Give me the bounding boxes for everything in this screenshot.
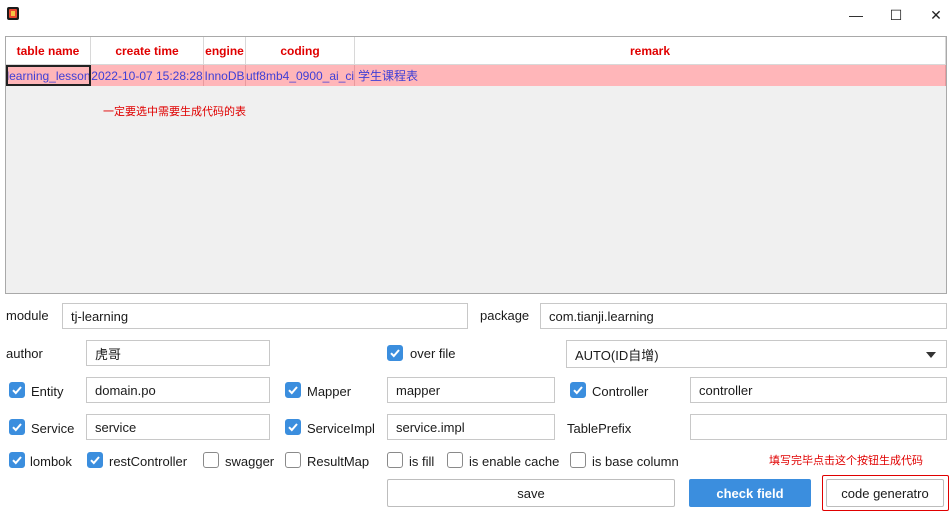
isfill-label: is fill	[409, 454, 435, 469]
save-button[interactable]: save	[387, 479, 675, 507]
controller-checkbox[interactable]	[570, 382, 586, 398]
table-list[interactable]: table name create time engine coding rem…	[5, 36, 947, 294]
check-icon	[288, 423, 298, 432]
entity-label: Entity	[31, 384, 64, 399]
package-label: package	[480, 308, 530, 323]
check-icon	[12, 423, 22, 432]
id-type-select[interactable]: AUTO(ID自增)	[566, 340, 947, 368]
over-file-checkbox[interactable]	[387, 345, 403, 361]
check-icon	[288, 386, 298, 395]
service-label: Service	[31, 421, 75, 436]
author-input[interactable]	[86, 340, 270, 366]
controller-label: Controller	[592, 384, 649, 399]
table-prefix-label: TablePrefix	[567, 421, 632, 436]
column-header-remark[interactable]: remark	[355, 37, 946, 65]
base-column-label: is base column	[592, 454, 679, 469]
chevron-down-icon	[926, 352, 936, 358]
code-generator-button[interactable]: code generatro	[826, 479, 944, 507]
module-label: module	[6, 308, 49, 323]
check-icon	[90, 456, 100, 465]
restcontroller-label: restController	[109, 454, 188, 469]
column-header-coding[interactable]: coding	[246, 37, 355, 65]
enable-cache-checkbox[interactable]	[447, 452, 463, 468]
entity-package-input[interactable]	[86, 377, 270, 403]
title-bar: — ☐ ✕	[0, 0, 951, 30]
author-label: author	[6, 346, 43, 361]
check-field-button[interactable]: check field	[689, 479, 811, 507]
controller-package-input[interactable]	[690, 377, 947, 403]
maximize-button[interactable]: ☐	[876, 0, 916, 30]
serviceimpl-checkbox[interactable]	[285, 419, 301, 435]
lombok-checkbox[interactable]	[9, 452, 25, 468]
close-button[interactable]: ✕	[916, 0, 951, 30]
service-package-input[interactable]	[86, 414, 270, 440]
restcontroller-checkbox[interactable]	[87, 452, 103, 468]
table-header: table name create time engine coding rem…	[6, 37, 946, 65]
table-row[interactable]: learning_lesson 2022-10-07 15:28:28 Inno…	[6, 65, 946, 86]
table-prefix-input[interactable]	[690, 414, 947, 440]
serviceimpl-package-input[interactable]	[387, 414, 555, 440]
check-icon	[12, 456, 22, 465]
generate-hint: 填写完毕点击这个按钮生成代码	[769, 455, 923, 467]
column-header-engine[interactable]: engine	[204, 37, 246, 65]
mapper-checkbox[interactable]	[285, 382, 301, 398]
isfill-checkbox[interactable]	[387, 452, 403, 468]
check-icon	[573, 386, 583, 395]
cell-create-time[interactable]: 2022-10-07 15:28:28	[91, 65, 204, 86]
resultmap-checkbox[interactable]	[285, 452, 301, 468]
check-icon	[12, 386, 22, 395]
swagger-label: swagger	[225, 454, 275, 469]
id-type-value: AUTO(ID自增)	[575, 347, 659, 363]
over-file-label: over file	[410, 346, 456, 361]
select-table-hint: 一定要选中需要生成代码的表	[103, 106, 246, 118]
check-icon	[390, 349, 400, 358]
cell-engine[interactable]: InnoDB	[204, 65, 246, 86]
cell-table-name[interactable]: learning_lesson	[6, 65, 91, 86]
mapper-label: Mapper	[307, 384, 352, 399]
serviceimpl-label: ServiceImpl	[307, 421, 375, 436]
column-header-create-time[interactable]: create time	[91, 37, 204, 65]
package-input[interactable]	[540, 303, 947, 329]
minimize-button[interactable]: —	[836, 0, 876, 30]
entity-checkbox[interactable]	[9, 382, 25, 398]
resultmap-label: ResultMap	[307, 454, 370, 469]
cell-remark[interactable]: 学生课程表	[355, 65, 946, 86]
module-input[interactable]	[62, 303, 468, 329]
lombok-label: lombok	[30, 454, 72, 469]
mapper-package-input[interactable]	[387, 377, 555, 403]
cell-coding[interactable]: utf8mb4_0900_ai_ci	[246, 65, 355, 86]
column-header-table-name[interactable]: table name	[6, 37, 91, 65]
app-icon	[7, 7, 19, 20]
base-column-checkbox[interactable]	[570, 452, 586, 468]
service-checkbox[interactable]	[9, 419, 25, 435]
swagger-checkbox[interactable]	[203, 452, 219, 468]
enable-cache-label: is enable cache	[469, 454, 560, 469]
